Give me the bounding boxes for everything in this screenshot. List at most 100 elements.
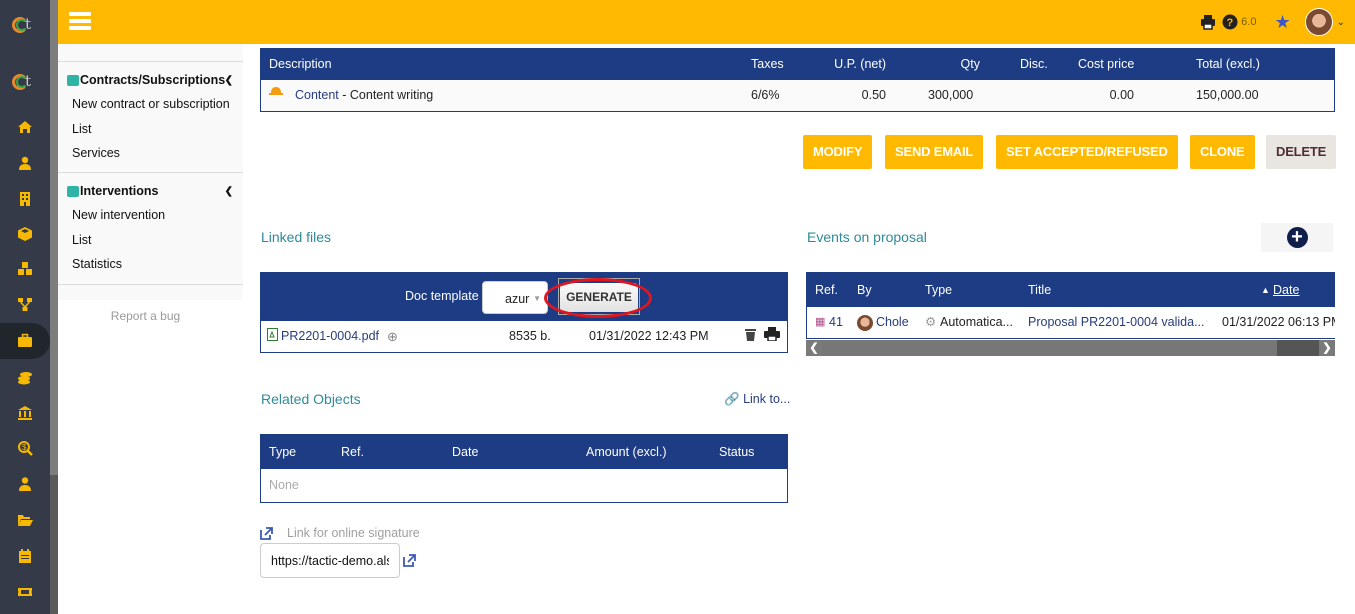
table-header: Ref. By Type Title ▲ Date: [807, 273, 1335, 307]
col-ref[interactable]: Ref.: [815, 273, 838, 307]
chevron-down-icon[interactable]: ⌄: [1337, 17, 1345, 28]
ambulance-icon: [67, 185, 79, 197]
menu-item-new-intervention[interactable]: New intervention: [58, 203, 243, 228]
building-icon[interactable]: [0, 181, 50, 217]
col-total: Total (excl.): [1196, 57, 1260, 71]
coins-icon[interactable]: [0, 360, 50, 396]
scroll-right-icon[interactable]: ❯: [1319, 340, 1335, 356]
briefcase-icon[interactable]: [0, 323, 50, 359]
bank-icon[interactable]: [0, 395, 50, 431]
event-ref[interactable]: 41: [829, 307, 843, 338]
doc-generation-bar: Doc template azur ▼ GENERATE: [261, 273, 787, 321]
product-link[interactable]: Content: [295, 88, 339, 102]
col-disc: Disc.: [1020, 57, 1048, 71]
plus-circle-icon: +: [1286, 227, 1308, 248]
icon-rail: t t $: [0, 0, 50, 614]
menu-group-contracts: Contracts/Subscriptions ❮ New contract o…: [58, 70, 243, 166]
menu-item-contract-list[interactable]: List: [58, 117, 243, 142]
event-row[interactable]: ▦ 41 Chole ⚙ Automatica... Proposal PR22…: [807, 307, 1335, 338]
col-by[interactable]: By: [857, 273, 872, 307]
link-to-button[interactable]: 🔗 Link to...: [724, 392, 790, 407]
col-date-sorted[interactable]: Date: [1273, 273, 1299, 307]
app-logo-secondary[interactable]: t: [12, 71, 38, 93]
col-description: Description: [269, 57, 332, 71]
sort-asc-icon: ▲: [1261, 285, 1270, 295]
cell-qty: 300,000: [928, 88, 974, 102]
external-link-icon[interactable]: [260, 527, 273, 540]
app-logo[interactable]: t: [12, 14, 38, 36]
user-avatar: [857, 314, 873, 331]
menu-item-services[interactable]: Services: [58, 141, 243, 166]
link-icon: 🔗: [724, 392, 740, 406]
menu-item-new-contract[interactable]: New contract or subscription: [58, 92, 243, 117]
menu-divider: [58, 61, 243, 62]
ticket-icon[interactable]: [0, 574, 50, 610]
external-link-icon[interactable]: [403, 554, 416, 567]
signature-url-input[interactable]: [260, 543, 400, 578]
report-bug-link[interactable]: Report a bug: [58, 309, 233, 323]
add-event-button[interactable]: +: [1261, 223, 1333, 252]
print-icon[interactable]: [1200, 14, 1216, 30]
sitemap-icon[interactable]: [0, 286, 50, 322]
scroll-left-icon[interactable]: ❮: [806, 340, 822, 356]
empty-label: None: [269, 478, 299, 492]
col-taxes: Taxes: [751, 57, 784, 71]
event-title[interactable]: Proposal PR2201-0004 valida...: [1028, 307, 1205, 338]
search-dollar-icon[interactable]: $: [0, 430, 50, 466]
gear-icon: ⚙: [925, 315, 937, 329]
star-icon[interactable]: ★: [1274, 12, 1290, 33]
send-email-button[interactable]: SEND EMAIL: [885, 135, 984, 169]
events-horizontal-scrollbar[interactable]: ❮ ❯: [806, 340, 1335, 356]
user-avatar[interactable]: [1304, 8, 1333, 36]
col-type[interactable]: Type: [925, 273, 952, 307]
menu-group-title[interactable]: Contracts/Subscriptions ❮: [58, 70, 243, 90]
table-row[interactable]: Content - Content writing 6/6% 0.50 300,…: [261, 80, 1334, 111]
related-objects-table: Type Ref. Date Amount (excl.) Status Non…: [260, 434, 788, 503]
clone-button[interactable]: CLONE: [1190, 135, 1255, 169]
events-title: Events on proposal: [807, 229, 927, 245]
scrollbar-thumb[interactable]: [822, 340, 1277, 356]
top-bar: ? 6.0 ★ ⌄: [58, 0, 1355, 44]
menu-divider: [58, 284, 243, 285]
help-icon[interactable]: ?: [1222, 14, 1238, 30]
delete-button[interactable]: DELETE: [1266, 135, 1337, 169]
sidebar-scrollbar[interactable]: [50, 0, 58, 614]
cell-taxes: 6/6%: [751, 88, 780, 102]
modify-button[interactable]: MODIFY: [803, 135, 873, 169]
col-title[interactable]: Title: [1028, 273, 1051, 307]
menu-icon[interactable]: [69, 12, 91, 30]
menu-item-statistics[interactable]: Statistics: [58, 252, 243, 277]
calendar-icon[interactable]: [0, 538, 50, 574]
signature-link-label: Link for online signature: [287, 526, 420, 540]
user-tie-icon[interactable]: [0, 466, 50, 502]
table-header: Description Taxes U.P. (net) Qty Disc. C…: [261, 49, 1334, 80]
col-amount: Amount (excl.): [586, 445, 667, 459]
generate-button[interactable]: GENERATE: [560, 283, 638, 312]
menu-group-title[interactable]: Interventions ❮: [58, 181, 243, 201]
cube-icon[interactable]: [0, 216, 50, 252]
file-link[interactable]: PR2201-0004.pdf: [281, 321, 379, 352]
zoom-preview-icon[interactable]: ⊕: [387, 321, 398, 352]
svg-text:?: ?: [1227, 17, 1234, 29]
menu-item-intervention-list[interactable]: List: [58, 228, 243, 253]
proposal-lines-table: Description Taxes U.P. (net) Qty Disc. C…: [260, 48, 1335, 112]
set-accepted-refused-button[interactable]: SET ACCEPTED/REFUSED: [996, 135, 1178, 169]
scrollbar-thumb[interactable]: [50, 0, 58, 475]
cubes-icon[interactable]: [0, 251, 50, 287]
user-icon[interactable]: [0, 145, 50, 181]
event-by[interactable]: Chole: [857, 307, 909, 338]
file-row[interactable]: PR2201-0004.pdf ⊕ 8535 b. 01/31/2022 12:…: [261, 321, 787, 352]
doc-template-select[interactable]: azur ▼: [482, 281, 548, 314]
calendar-icon: ▦: [815, 316, 826, 328]
folder-open-icon[interactable]: [0, 502, 50, 538]
file-size: 8535 b.: [509, 329, 551, 343]
pdf-file-icon: [267, 322, 278, 353]
doc-template-label: Doc template: [405, 289, 479, 303]
empty-row: None: [261, 469, 787, 502]
print-icon[interactable]: [764, 322, 780, 353]
home-icon[interactable]: [0, 109, 50, 145]
trash-icon[interactable]: [745, 322, 756, 353]
chevron-left-icon[interactable]: ❮: [225, 186, 233, 197]
col-qty: Qty: [960, 57, 980, 71]
chevron-left-icon[interactable]: ❮: [225, 75, 233, 86]
